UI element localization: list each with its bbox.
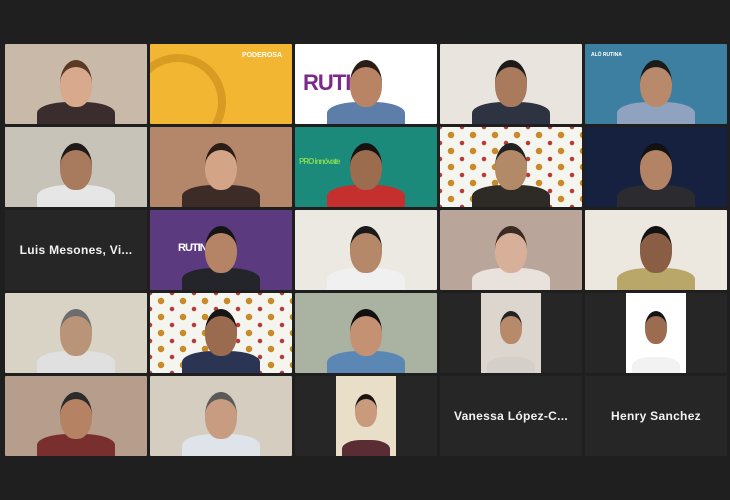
participant-tile[interactable]: [440, 210, 582, 290]
participant-tile[interactable]: PODEROSA: [150, 44, 292, 124]
video-feed: [295, 293, 437, 373]
person-torso: [487, 357, 535, 373]
person-head: [640, 226, 672, 273]
participant-tile[interactable]: [5, 127, 147, 207]
video-feed: [440, 210, 582, 290]
participant-tile[interactable]: RUTINA: [295, 44, 437, 124]
person-head: [350, 60, 382, 107]
participant-tile[interactable]: Henry Sanchez: [585, 376, 727, 456]
video-feed: [5, 293, 147, 373]
person-head: [350, 309, 382, 356]
background-logo: PRO innóvate: [299, 157, 340, 166]
video-feed: [585, 127, 727, 207]
person-head: [640, 60, 672, 107]
video-feed: [5, 44, 147, 124]
video-feed: [626, 293, 686, 373]
video-feed: [336, 376, 396, 456]
person-head: [645, 311, 667, 344]
person-head: [495, 60, 527, 107]
participant-tile[interactable]: Vanessa López-C...: [440, 376, 582, 456]
participant-tile[interactable]: Luis Mesones, Vi...: [5, 210, 147, 290]
video-feed: RUTINA: [150, 210, 292, 290]
video-feed: [5, 127, 147, 207]
person-head: [205, 392, 237, 439]
person-torso: [342, 440, 390, 456]
participant-tile[interactable]: ALÓ RUTINA: [585, 44, 727, 124]
video-feed: PRO innóvate: [295, 127, 437, 207]
participant-tile[interactable]: [150, 293, 292, 373]
banner-decoration: [150, 54, 226, 124]
participant-tile[interactable]: [295, 376, 437, 456]
participant-name: Vanessa López-C...: [453, 409, 569, 423]
participant-tile[interactable]: [5, 293, 147, 373]
person-torso: [632, 357, 680, 373]
video-grid: PODEROSA RUTINA ALÓ RUTINA PRO innóvate Luis…: [5, 44, 727, 456]
banner-text: PODEROSA: [241, 52, 282, 59]
person-head: [495, 143, 527, 190]
participant-tile[interactable]: [5, 44, 147, 124]
video-feed: [481, 293, 541, 373]
participant-tile[interactable]: [295, 210, 437, 290]
person-head: [60, 60, 92, 107]
background-text: ALÓ RUTINA: [591, 52, 622, 58]
person-head: [205, 143, 237, 190]
participant-tile[interactable]: [440, 127, 582, 207]
participant-tile[interactable]: [5, 376, 147, 456]
participant-tile[interactable]: [150, 376, 292, 456]
participant-tile[interactable]: [585, 293, 727, 373]
participant-tile[interactable]: [440, 293, 582, 373]
participant-tile[interactable]: [440, 44, 582, 124]
person-head: [640, 143, 672, 190]
person-head: [60, 392, 92, 439]
video-feed: [585, 210, 727, 290]
person-head: [495, 226, 527, 273]
person-head: [350, 143, 382, 190]
person-head: [205, 226, 237, 273]
participant-tile[interactable]: RUTINA: [150, 210, 292, 290]
person-head: [350, 226, 382, 273]
participant-tile[interactable]: PRO innóvate: [295, 127, 437, 207]
video-feed: [295, 210, 437, 290]
video-feed: [150, 376, 292, 456]
person-head: [500, 311, 522, 344]
participant-tile[interactable]: [585, 127, 727, 207]
person-head: [60, 143, 92, 190]
video-feed: RUTINA: [295, 44, 437, 124]
person-head: [60, 309, 92, 356]
participant-name: Henry Sanchez: [611, 409, 701, 423]
video-feed: [150, 293, 292, 373]
person-head: [355, 394, 377, 427]
participant-tile[interactable]: [585, 210, 727, 290]
video-feed: [440, 127, 582, 207]
video-feed: [5, 376, 147, 456]
video-feed: [150, 127, 292, 207]
video-feed: [440, 44, 582, 124]
participant-tile[interactable]: [295, 293, 437, 373]
video-feed: ALÓ RUTINA: [585, 44, 727, 124]
participant-tile[interactable]: [150, 127, 292, 207]
person-head: [205, 309, 237, 356]
participant-name: Luis Mesones, Vi...: [19, 243, 133, 257]
